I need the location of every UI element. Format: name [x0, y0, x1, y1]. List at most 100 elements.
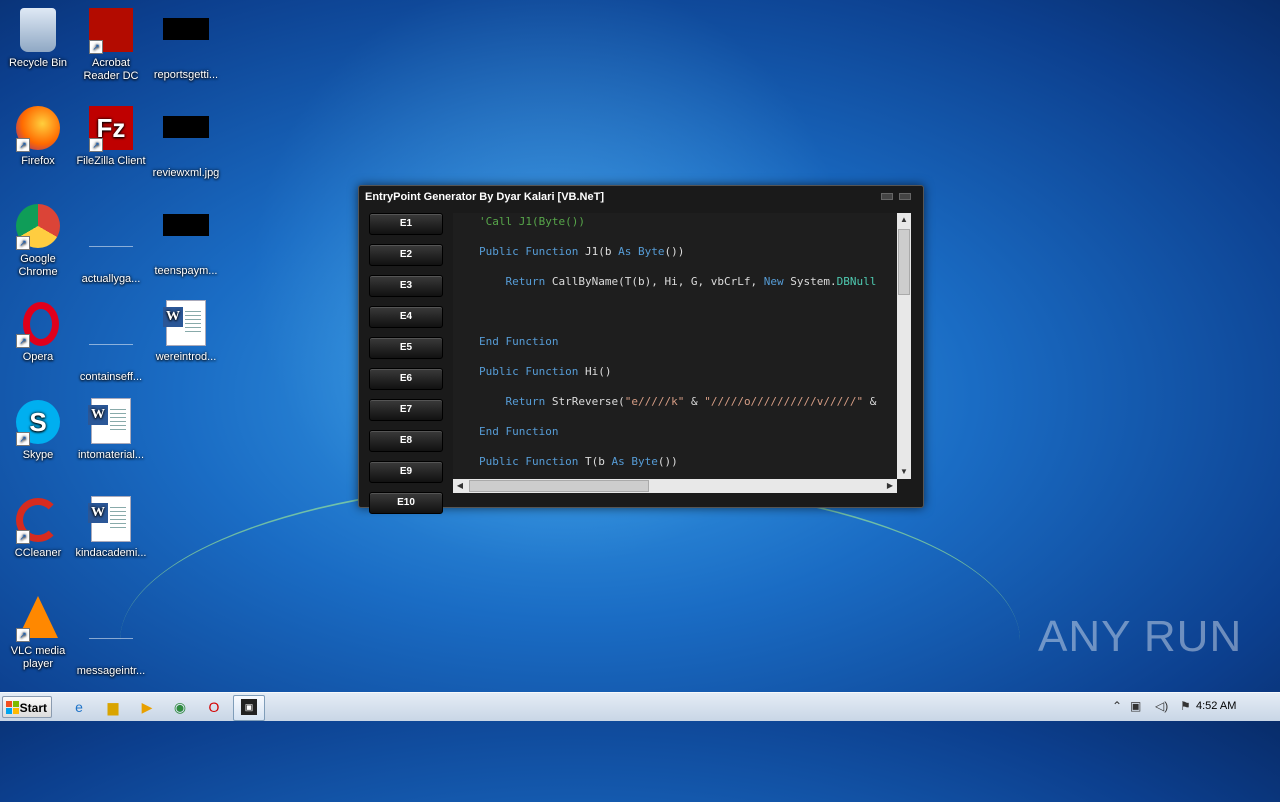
vlc-icon: ↗	[14, 594, 62, 642]
e-button[interactable]: E4	[369, 306, 443, 328]
chrome-icon: ↗	[14, 202, 62, 250]
vertical-scroll-thumb[interactable]	[898, 229, 910, 295]
ie-icon[interactable]: e	[68, 697, 90, 717]
show-hidden-icons-icon[interactable]: ⌃	[1112, 699, 1122, 713]
filezilla-icon: Fz ↗	[87, 104, 135, 152]
desktop-icon[interactable]: ↗ Firefox	[0, 104, 76, 168]
shortcut-arrow-icon: ↗	[16, 530, 30, 544]
horizontal-scroll-thumb[interactable]	[469, 480, 649, 492]
code-token: ())	[657, 455, 678, 468]
code-editor[interactable]: 'Call J1(Byte()) Public Function J1(b As …	[453, 213, 897, 479]
code-token: As Byte	[611, 455, 658, 468]
e-button[interactable]: E8	[369, 430, 443, 452]
scroll-down-icon[interactable]: ▼	[897, 465, 911, 479]
network-icon[interactable]: ▣	[1130, 699, 1141, 713]
shortcut-arrow-icon: ↗	[16, 432, 30, 446]
blank-file-icon	[87, 320, 135, 368]
code-token: StrReverse(	[551, 395, 625, 408]
e-button[interactable]: E7	[369, 399, 443, 421]
desktop-icon-label: VLC media player	[10, 645, 66, 670]
window-title: EntryPoint Generator By Dyar Kalari [VB.…	[365, 191, 605, 203]
desktop-icon[interactable]: ↗ VLC media player	[0, 594, 76, 671]
shortcut-arrow-icon: ↗	[89, 40, 103, 54]
code-line: End Function	[479, 335, 558, 348]
e-button[interactable]: E3	[369, 275, 443, 297]
desktop-icon[interactable]: Wintomaterial...	[73, 398, 149, 462]
desktop-icon[interactable]: ↗ Opera	[0, 300, 76, 364]
desktop-icon-label: teenspaym...	[154, 265, 218, 277]
taskbar: Start e ▆ ▶ ◉ O ▣ ⌃ ▣ ◁) ⚑ 4:52 AM	[0, 692, 1280, 721]
entrypoint-generator-window[interactable]: EntryPoint Generator By Dyar Kalari [VB.…	[358, 185, 924, 514]
desktop-icon[interactable]: ↗ CCleaner	[0, 496, 76, 560]
desktop-icon-label: actuallyga...	[81, 273, 141, 285]
button-column: E1 E2 E3 E4 E5 E6 E7 E8 E9 E10	[369, 213, 445, 523]
desktop-icon-label: FileZilla Client	[76, 155, 146, 167]
code-token: DBNull	[836, 275, 877, 288]
desktop-icon[interactable]: ↗ Google Chrome	[0, 202, 76, 279]
code-token: &	[863, 395, 877, 408]
blank-file-icon	[87, 614, 135, 662]
scroll-up-icon[interactable]: ▲	[897, 213, 911, 227]
desktop-icon[interactable]: containseff...	[73, 300, 149, 384]
code-token: End Function	[479, 425, 559, 438]
e-button[interactable]: E2	[369, 244, 443, 266]
acrobat-icon: ↗	[87, 6, 135, 54]
desktop-icon[interactable]: actuallyga...	[73, 202, 149, 286]
black-thumbnail-icon	[162, 18, 210, 66]
chrome-icon[interactable]: ◉	[169, 697, 191, 717]
entrypoint-app-taskbar-button[interactable]: ▣	[233, 695, 265, 721]
code-line: Return CallByName(T(b), Hi, G, vbCrLf, N…	[479, 275, 876, 288]
desktop-icon[interactable]: teenspaym...	[148, 202, 224, 278]
code-token: "e/////k"	[624, 395, 685, 408]
desktop-icon[interactable]: reportsgetti...	[148, 6, 224, 82]
explorer-icon[interactable]: ▆	[102, 697, 124, 717]
e-button[interactable]: E6	[369, 368, 443, 390]
desktop-icon-label: Google Chrome	[18, 253, 58, 278]
scroll-left-icon[interactable]: ◀	[453, 479, 467, 493]
desktop-icon[interactable]: Recycle Bin	[0, 6, 76, 70]
desktop-icon-label: CCleaner	[14, 547, 62, 559]
e-button[interactable]: E1	[369, 213, 443, 235]
volume-icon[interactable]: ◁)	[1155, 699, 1168, 713]
horizontal-scrollbar[interactable]: ◀ ▶	[453, 479, 897, 493]
desktop-icon[interactable]: reviewxml.jpg	[148, 104, 224, 180]
start-button[interactable]: Start	[2, 696, 52, 718]
e-button[interactable]: E10	[369, 492, 443, 514]
code-token: ())	[664, 245, 685, 258]
entrypoint-app-icon: ▣	[241, 699, 257, 715]
code-token: &	[684, 395, 705, 408]
code-token: Public Function	[479, 365, 585, 378]
code-token: CallByName(T(b), Hi, G, vbCrLf,	[551, 275, 764, 288]
code-token: End Function	[479, 335, 559, 348]
desktop-icon[interactable]: Fz ↗ FileZilla Client	[73, 104, 149, 168]
word-doc-icon: W	[162, 300, 210, 348]
ccleaner-icon: ↗	[14, 496, 62, 544]
desktop-icon[interactable]: Wkindacademi...	[73, 496, 149, 560]
e-button[interactable]: E5	[369, 337, 443, 359]
vertical-scrollbar[interactable]: ▲ ▼	[897, 213, 911, 479]
desktop-icon-label: reportsgetti...	[153, 69, 219, 81]
scroll-right-icon[interactable]: ▶	[883, 479, 897, 493]
desktop-icon[interactable]: messageintr...	[73, 594, 149, 678]
media-player-icon[interactable]: ▶	[136, 697, 158, 717]
shortcut-arrow-icon: ↗	[16, 236, 30, 250]
word-doc-icon: W	[87, 398, 135, 446]
code-line: 'Call J1(Byte())	[479, 215, 585, 228]
desktop-icon[interactable]: ↗ Acrobat Reader DC	[73, 6, 149, 83]
action-center-flag-icon[interactable]: ⚑	[1180, 699, 1191, 713]
code-token: 'Call J1(Byte())	[479, 215, 585, 228]
code-token: T(b	[584, 455, 612, 468]
desktop-icon[interactable]: Wwereintrod...	[148, 300, 224, 364]
opera-icon[interactable]: O	[203, 697, 225, 717]
clock[interactable]: 4:52 AM	[1196, 700, 1236, 712]
desktop-icon-label: Opera	[22, 351, 54, 363]
desktop-icon-label: intomaterial...	[77, 449, 145, 461]
minimize-button[interactable]	[881, 193, 893, 200]
desktop-icon[interactable]: S ↗ Skype	[0, 398, 76, 462]
e-button[interactable]: E9	[369, 461, 443, 483]
close-button[interactable]	[899, 193, 911, 200]
code-line: Return StrReverse("e/////k" & "/////o///…	[479, 395, 876, 408]
code-token: As Byte	[618, 245, 665, 258]
code-token: New	[763, 275, 791, 288]
recycle-bin-icon	[14, 6, 62, 54]
